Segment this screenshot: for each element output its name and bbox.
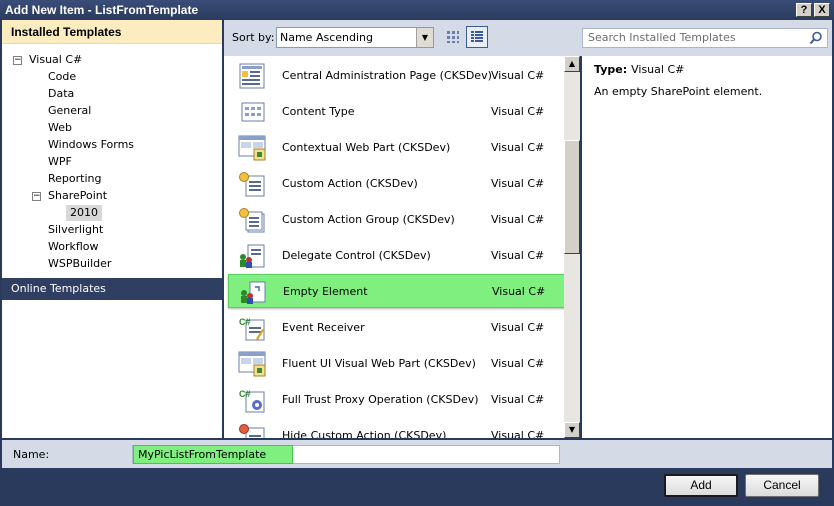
template-name: Custom Action (CKSDev) xyxy=(282,177,418,190)
content-type-icon xyxy=(241,102,265,122)
template-language: Visual C# xyxy=(491,105,545,118)
sort-dropdown-value: Name Ascending xyxy=(280,31,373,44)
scroll-up-icon[interactable]: ▲ xyxy=(564,56,580,72)
online-templates-header[interactable]: Online Templates xyxy=(2,278,222,300)
installed-templates-header[interactable]: Installed Templates xyxy=(2,20,222,44)
template-language: Visual C# xyxy=(491,69,545,82)
list-item[interactable]: C# Full Trust Proxy Operation (CKSDev) V… xyxy=(228,383,564,417)
search-area: Search Installed Templates xyxy=(580,20,832,56)
sort-by-label: Sort by: xyxy=(232,31,275,44)
svg-text:C#: C# xyxy=(239,389,251,399)
title-bar: Add New Item - ListFromTemplate ? X xyxy=(0,0,834,20)
tree-item-silverlight[interactable]: Silverlight xyxy=(48,222,103,238)
template-name: Content Type xyxy=(282,105,355,118)
template-name: Empty Element xyxy=(283,285,368,298)
dialog-title: Add New Item - ListFromTemplate xyxy=(5,3,199,17)
template-language: Visual C# xyxy=(491,321,545,334)
template-name: Hide Custom Action (CKSDev) xyxy=(282,429,447,438)
type-value: Visual C# xyxy=(631,63,685,76)
close-button[interactable]: X xyxy=(814,3,830,17)
list-item[interactable]: Hide Custom Action (CKSDev) Visual C# xyxy=(228,419,564,438)
collapse-sharepoint-icon[interactable]: − xyxy=(32,192,41,201)
tree-item-wspbuilder[interactable]: WSPBuilder xyxy=(48,256,111,272)
hide-action-icon xyxy=(239,424,265,438)
template-details-pane: Type: Visual C# An empty SharePoint eleme… xyxy=(582,56,832,438)
list-item[interactable]: Fluent UI Visual Web Part (CKSDev) Visua… xyxy=(228,347,564,381)
svg-text:C#: C# xyxy=(239,317,251,327)
name-label: Name: xyxy=(13,448,50,461)
template-list-scrollbar[interactable]: ▲ ▼ xyxy=(564,56,580,438)
list-item[interactable]: Contextual Web Part (CKSDev) Visual C# xyxy=(228,131,564,165)
list-item[interactable]: Custom Action Group (CKSDev) Visual C# xyxy=(228,203,564,237)
scroll-down-icon[interactable]: ▼ xyxy=(564,422,580,438)
template-name: Custom Action Group (CKSDev) xyxy=(282,213,455,226)
template-language: Visual C# xyxy=(491,141,545,154)
template-language: Visual C# xyxy=(491,249,545,262)
list-item-selected[interactable]: Empty Element Visual C# xyxy=(228,274,564,308)
dropdown-arrow-icon[interactable]: ▼ xyxy=(416,28,433,47)
list-item[interactable]: C# Event Receiver Visual C# xyxy=(228,311,564,345)
search-icon[interactable] xyxy=(809,31,823,45)
small-icons-view-button[interactable] xyxy=(442,26,464,48)
event-receiver-icon: C# xyxy=(239,317,265,341)
tree-item-visual-csharp[interactable]: Visual C# xyxy=(29,52,82,68)
template-type: Type: Visual C# xyxy=(594,63,820,76)
template-name: Full Trust Proxy Operation (CKSDev) xyxy=(282,393,479,406)
web-part-icon xyxy=(238,351,266,377)
tree-item-data[interactable]: Data xyxy=(48,86,74,102)
tree-item-wpf[interactable]: WPF xyxy=(48,154,72,170)
tree-item-windows-forms[interactable]: Windows Forms xyxy=(48,137,134,153)
small-icons-view-icon xyxy=(447,31,459,43)
template-categories-pane: Installed Templates − Visual C# Code Dat… xyxy=(2,20,222,438)
name-row: Name: MyPicListFromTemplate xyxy=(2,440,832,468)
sort-dropdown[interactable]: Name Ascending ▼ xyxy=(276,27,434,48)
template-language: Visual C# xyxy=(491,429,545,438)
search-input[interactable]: Search Installed Templates xyxy=(582,28,828,48)
page-icon xyxy=(239,63,265,89)
cancel-button[interactable]: Cancel xyxy=(745,474,819,497)
custom-action-group-icon xyxy=(239,208,265,233)
list-item[interactable]: Central Administration Page (CKSDev) Vis… xyxy=(228,59,564,93)
tree-item-reporting[interactable]: Reporting xyxy=(48,171,101,187)
name-input[interactable]: MyPicListFromTemplate xyxy=(132,445,560,464)
template-description: An empty SharePoint element. xyxy=(594,85,763,98)
list-item[interactable]: Delegate Control (CKSDev) Visual C# xyxy=(228,239,564,273)
add-new-item-dialog: Add New Item - ListFromTemplate ? X Inst… xyxy=(0,0,834,506)
sort-toolbar: Sort by: Name Ascending ▼ xyxy=(224,20,580,56)
template-name: Contextual Web Part (CKSDev) xyxy=(282,141,451,154)
list-item[interactable]: Content Type Visual C# xyxy=(228,95,564,129)
add-button[interactable]: Add xyxy=(664,474,738,497)
scrollbar-thumb[interactable] xyxy=(564,140,580,254)
template-language: Visual C# xyxy=(491,357,545,370)
template-language: Visual C# xyxy=(492,285,546,298)
proxy-operation-icon: C# xyxy=(239,389,265,413)
template-list: Central Administration Page (CKSDev) Vis… xyxy=(224,56,564,438)
empty-element-icon xyxy=(241,281,266,304)
type-label: Type: xyxy=(594,63,628,76)
web-part-icon xyxy=(238,135,266,161)
search-placeholder: Search Installed Templates xyxy=(588,31,736,44)
delegate-control-icon xyxy=(240,244,265,268)
custom-action-icon xyxy=(239,172,265,197)
tree-item-code[interactable]: Code xyxy=(48,69,76,85)
collapse-visual-csharp-icon[interactable]: − xyxy=(13,56,22,65)
tree-item-web[interactable]: Web xyxy=(48,120,72,136)
tree-item-sharepoint-2010[interactable]: 2010 xyxy=(66,205,102,221)
name-input-value[interactable]: MyPicListFromTemplate xyxy=(133,445,293,464)
medium-icons-view-button[interactable] xyxy=(466,26,488,48)
template-language: Visual C# xyxy=(491,393,545,406)
list-view-icon xyxy=(471,31,483,42)
template-name: Fluent UI Visual Web Part (CKSDev) xyxy=(282,357,476,370)
template-name: Central Administration Page (CKSDev) xyxy=(282,69,492,82)
template-name: Delegate Control (CKSDev) xyxy=(282,249,431,262)
template-name: Event Receiver xyxy=(282,321,365,334)
tree-item-sharepoint[interactable]: SharePoint xyxy=(48,188,107,204)
tree-item-workflow[interactable]: Workflow xyxy=(48,239,99,255)
tree-item-general[interactable]: General xyxy=(48,103,91,119)
list-item[interactable]: Custom Action (CKSDev) Visual C# xyxy=(228,167,564,201)
template-language: Visual C# xyxy=(491,213,545,226)
help-button[interactable]: ? xyxy=(796,3,812,17)
template-language: Visual C# xyxy=(491,177,545,190)
